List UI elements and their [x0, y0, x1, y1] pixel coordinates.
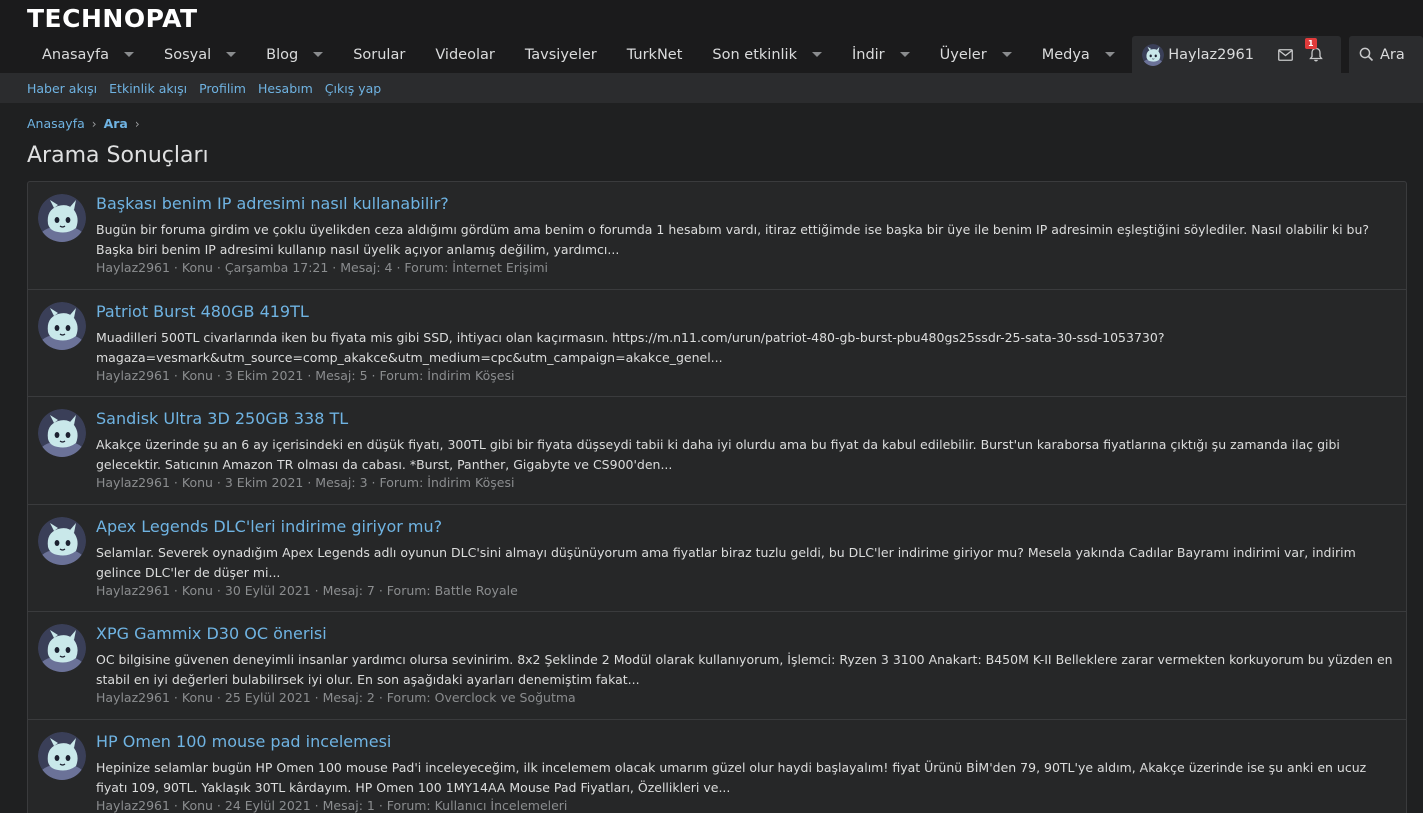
breadcrumb-home[interactable]: Anasayfa — [27, 116, 85, 131]
result-snippet: Muadilleri 500TL civarlarında iken bu fi… — [96, 329, 1165, 365]
result-title[interactable]: Sandisk Ultra 3D 250GB 338 TL — [96, 409, 348, 428]
nav-label: Blog — [266, 46, 299, 63]
alerts-button[interactable]: 1 — [1305, 38, 1323, 62]
chevron-down-icon[interactable] — [226, 52, 237, 57]
subnav-item-cikis-yap[interactable]: Çıkış yap — [325, 81, 381, 96]
username[interactable]: Haylaz2961 — [1168, 47, 1254, 63]
main-nav: Anasayfa Sosyal Blog Sorular Videolar Ta… — [27, 36, 1130, 73]
subnav-item-haber-akisi[interactable]: Haber akışı — [27, 81, 97, 96]
nav-item-medya[interactable]: Medya — [1027, 36, 1130, 73]
nav-item-son-etkinlik[interactable]: Son etkinlik — [697, 36, 837, 73]
result-title[interactable]: XPG Gammix D30 OC önerisi — [96, 624, 327, 643]
account-area: Haylaz2961 1 Ara — [1132, 36, 1423, 73]
result-item: Başkası benim IP adresimi nasıl kullanab… — [28, 182, 1406, 290]
bell-icon[interactable] — [1309, 47, 1323, 62]
user-menu[interactable]: Haylaz2961 1 — [1132, 36, 1341, 73]
nav-item-blog[interactable]: Blog — [251, 36, 338, 73]
result-meta: Haylaz2961 · Konu · Çarşamba 17:21 · Mes… — [96, 260, 549, 275]
search-results: Başkası benim IP adresimi nasıl kullanab… — [27, 181, 1407, 813]
nav-item-sorular[interactable]: Sorular — [338, 36, 420, 73]
breadcrumb: Anasayfa › Ara › — [27, 116, 147, 131]
nav-label: Sorular — [353, 46, 406, 63]
chevron-down-icon[interactable] — [1104, 52, 1115, 57]
nav-label: Sosyal — [164, 46, 212, 63]
result-item: Sandisk Ultra 3D 250GB 338 TL Akakçe üze… — [28, 397, 1406, 505]
result-item: Patriot Burst 480GB 419TL Muadilleri 500… — [28, 290, 1406, 397]
result-item: HP Omen 100 mouse pad incelemesi Hepiniz… — [28, 720, 1406, 813]
nav-label: Medya — [1041, 46, 1090, 63]
page-title: Arama Sonuçları — [27, 143, 209, 168]
nav-item-uyeler[interactable]: Üyeler — [925, 36, 1027, 73]
result-item: Apex Legends DLC'leri indirime giriyor m… — [28, 505, 1406, 612]
site-logo[interactable]: TECHNOPAT — [27, 4, 198, 33]
nav-item-anasayfa[interactable]: Anasayfa — [27, 36, 149, 73]
avatar[interactable] — [38, 409, 86, 457]
search-icon[interactable] — [1359, 47, 1374, 62]
search-button[interactable]: Ara — [1349, 36, 1423, 73]
notification-badge: 1 — [1305, 38, 1317, 49]
nav-label: Üyeler — [939, 46, 987, 63]
result-meta: Haylaz2961 · Konu · 24 Eylül 2021 · Mesa… — [96, 797, 568, 813]
result-item: XPG Gammix D30 OC önerisi OC bilgisine g… — [28, 612, 1406, 720]
avatar[interactable] — [1142, 44, 1164, 66]
avatar[interactable] — [38, 194, 86, 242]
chevron-down-icon[interactable] — [899, 52, 910, 57]
chevron-right-icon: › — [134, 116, 140, 131]
nav-label: İndir — [851, 46, 885, 63]
result-snippet: Akakçe üzerinde şu an 6 ay içerisindeki … — [96, 437, 1340, 472]
nav-item-sosyal[interactable]: Sosyal — [149, 36, 251, 73]
result-meta: Haylaz2961 · Konu · 3 Ekim 2021 · Mesaj:… — [96, 475, 515, 490]
result-title[interactable]: Başkası benim IP adresimi nasıl kullanab… — [96, 194, 449, 213]
chevron-down-icon[interactable] — [1001, 52, 1012, 57]
result-title[interactable]: HP Omen 100 mouse pad incelemesi — [96, 732, 391, 751]
result-snippet: OC bilgisine güvenen deneyimli insanlar … — [96, 652, 1393, 687]
subnav-item-profilim[interactable]: Profilim — [199, 81, 246, 96]
site-header: TECHNOPAT Anasayfa Sosyal Blog Sorular V… — [0, 0, 1423, 73]
result-meta: Haylaz2961 · Konu · 30 Eylül 2021 · Mesa… — [96, 582, 518, 598]
result-title[interactable]: Apex Legends DLC'leri indirime giriyor m… — [96, 517, 442, 536]
nav-label: Anasayfa — [42, 46, 110, 63]
sub-nav: Haber akışı Etkinlik akışı Profilim Hesa… — [0, 73, 1423, 103]
subnav-item-etkinlik-akisi[interactable]: Etkinlik akışı — [109, 81, 187, 96]
nav-item-turknet[interactable]: TurkNet — [612, 36, 698, 73]
nav-label: Tavsiyeler — [524, 46, 597, 63]
nav-label: Videolar — [435, 46, 495, 63]
avatar[interactable] — [38, 732, 86, 780]
result-snippet: Hepinize selamlar bugün HP Omen 100 mous… — [96, 759, 1367, 795]
chevron-down-icon[interactable] — [124, 52, 135, 57]
breadcrumb-current[interactable]: Ara — [104, 116, 128, 131]
envelope-icon[interactable] — [1278, 48, 1293, 61]
chevron-right-icon: › — [91, 116, 97, 131]
inbox-button[interactable] — [1278, 48, 1293, 61]
subnav-item-hesabim[interactable]: Hesabım — [258, 81, 313, 96]
avatar[interactable] — [38, 624, 86, 672]
nav-item-tavsiyeler[interactable]: Tavsiyeler — [510, 36, 612, 73]
result-snippet: Selamlar. Severek oynadığım Apex Legends… — [96, 544, 1356, 580]
chevron-down-icon[interactable] — [811, 52, 822, 57]
nav-label: TurkNet — [626, 46, 683, 63]
chevron-down-icon[interactable] — [313, 52, 324, 57]
avatar[interactable] — [38, 517, 86, 565]
result-meta: Haylaz2961 · Konu · 25 Eylül 2021 · Mesa… — [96, 690, 576, 705]
result-snippet: Bugün bir foruma girdim ve çoklu üyelikd… — [96, 222, 1370, 257]
search-label[interactable]: Ara — [1380, 47, 1405, 63]
avatar[interactable] — [38, 302, 86, 350]
nav-item-indir[interactable]: İndir — [837, 36, 925, 73]
result-title[interactable]: Patriot Burst 480GB 419TL — [96, 302, 309, 321]
result-meta: Haylaz2961 · Konu · 3 Ekim 2021 · Mesaj:… — [96, 367, 515, 383]
nav-label: Son etkinlik — [712, 46, 797, 63]
nav-item-videolar[interactable]: Videolar — [420, 36, 510, 73]
